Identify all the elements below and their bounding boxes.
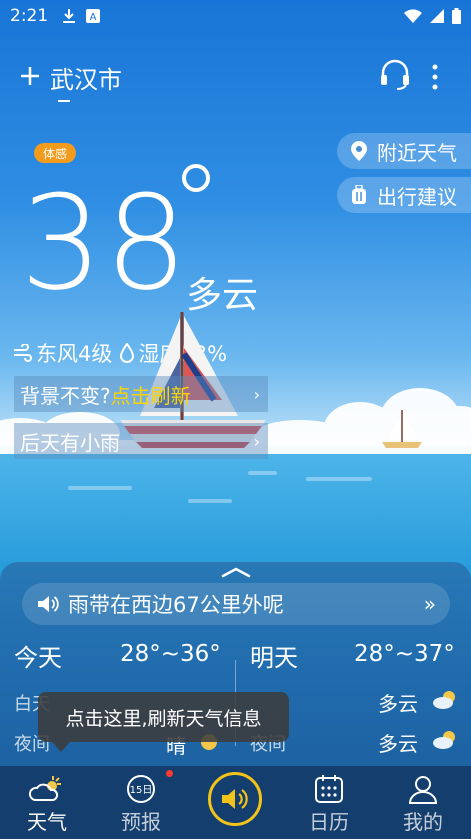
- small-sailboat-illustration: [382, 410, 422, 448]
- banner-highlight[interactable]: 点击刷新: [111, 380, 191, 409]
- notification-dot: [166, 770, 173, 777]
- tooltip-tail: [52, 742, 70, 752]
- cloudy-icon: [433, 691, 455, 709]
- tomorrow-day-condition: 多云: [378, 692, 418, 716]
- wind-icon: [14, 344, 32, 362]
- tab-profile-label: 我的: [403, 810, 443, 834]
- keyboard-a-icon: A: [86, 9, 101, 23]
- degree-symbol: [182, 164, 210, 192]
- city-page-indicator: [58, 100, 70, 102]
- battery-icon: [452, 8, 461, 24]
- banner-text: 后天有小雨: [20, 430, 120, 455]
- tab-profile[interactable]: 我的: [376, 766, 470, 839]
- city-name[interactable]: 武汉市: [50, 60, 122, 95]
- profile-icon: [408, 776, 438, 804]
- feels-like-badge[interactable]: 体感: [34, 143, 76, 163]
- tomorrow-night-condition: 多云: [378, 732, 418, 756]
- download-icon: [63, 9, 76, 23]
- speaker-icon: [38, 596, 59, 612]
- tab-forecast-label: 预报: [121, 810, 161, 834]
- status-bar: 2:21 A: [0, 0, 471, 32]
- wind-text: 东风4级: [36, 342, 113, 366]
- today-temp-range: 28°~36°: [120, 641, 221, 667]
- rain-alert-text: 雨带在西边67公里外呢: [68, 593, 284, 617]
- tab-calendar-label: 日历: [309, 810, 349, 834]
- refresh-background-banner[interactable]: 背景不变? 点击刷新 ›: [14, 376, 268, 412]
- sea-ripples: [68, 471, 372, 503]
- travel-advice-button[interactable]: 出行建议: [337, 177, 471, 213]
- wifi-icon: [404, 9, 422, 23]
- rain-alert-bar[interactable]: 雨带在西边67公里外呢 »: [22, 583, 450, 625]
- forecast-badge-text: 15日: [130, 785, 153, 796]
- tab-calendar[interactable]: 日历: [282, 766, 376, 839]
- banner-text: 背景不变?: [20, 383, 111, 408]
- travel-advice-label: 出行建议: [377, 184, 457, 209]
- chevron-right-icon: ›: [253, 384, 260, 404]
- rain-forecast-banner[interactable]: 后天有小雨 ›: [14, 423, 268, 459]
- today-label[interactable]: 今天: [14, 638, 62, 673]
- top-bar: 武汉市: [0, 56, 471, 102]
- refresh-tooltip[interactable]: 点击这里,刷新天气信息: [38, 692, 289, 742]
- nearby-weather-label: 附近天气: [377, 140, 457, 165]
- tab-weather[interactable]: 天气: [0, 766, 94, 839]
- svg-text:A: A: [90, 12, 97, 23]
- more-menu-icon[interactable]: [428, 62, 442, 92]
- weather-icon: [29, 776, 61, 801]
- chevron-right-icon: ›: [253, 431, 260, 451]
- location-pin-icon: [351, 141, 367, 161]
- voice-broadcast-button[interactable]: [208, 772, 262, 826]
- customer-service-icon[interactable]: [378, 58, 412, 92]
- cloudy-night-icon: [433, 731, 455, 749]
- tomorrow-label[interactable]: 明天: [250, 638, 298, 673]
- double-chevron-right-icon: »: [423, 592, 436, 616]
- current-temperature: 38: [20, 167, 190, 319]
- nearby-weather-button[interactable]: 附近天气: [337, 133, 471, 169]
- signal-icon: [430, 9, 444, 23]
- tab-weather-label: 天气: [27, 810, 67, 834]
- luggage-icon: [352, 185, 366, 204]
- calendar-icon: [315, 775, 343, 803]
- speaker-icon: [222, 789, 248, 809]
- forecast-15-day-icon: 15日: [127, 775, 155, 803]
- panel-expand-icon[interactable]: [221, 566, 251, 578]
- tab-forecast[interactable]: 15日 预报: [94, 766, 188, 839]
- tomorrow-temp-range: 28°~37°: [354, 641, 455, 667]
- status-time: 2:21: [10, 6, 49, 26]
- add-city-icon[interactable]: [18, 64, 42, 88]
